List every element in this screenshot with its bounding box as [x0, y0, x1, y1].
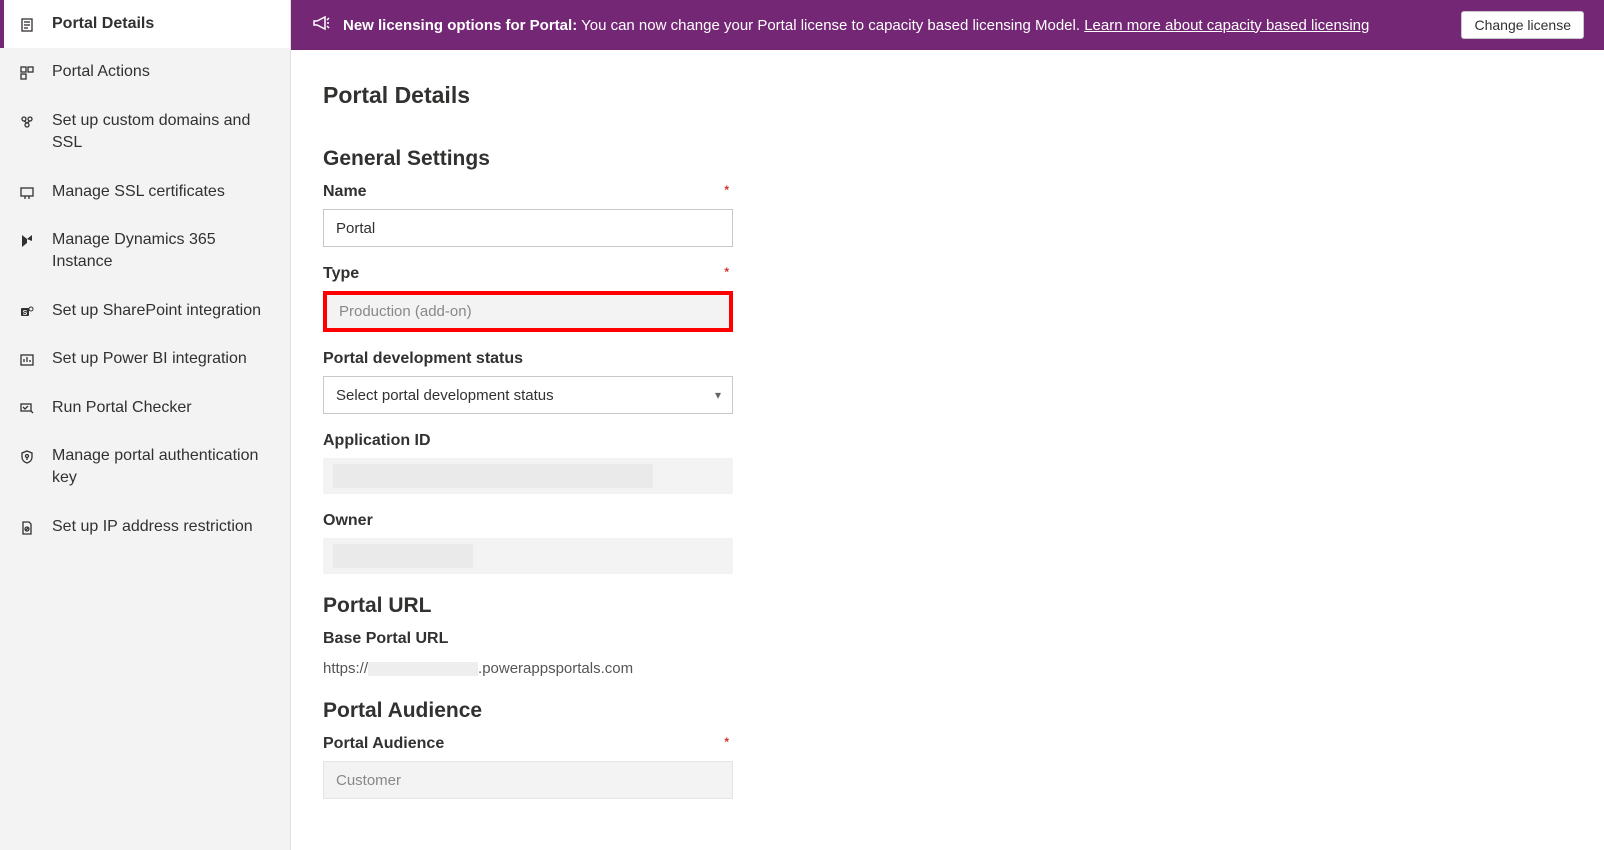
sidebar-item-label: Manage Dynamics 365 Instance: [52, 229, 272, 274]
sidebar-item-label: Portal Details: [52, 13, 154, 35]
type-input: Production (add-on): [323, 291, 733, 332]
banner-text: New licensing options for Portal: You ca…: [343, 17, 1449, 34]
page-title: Portal Details: [323, 82, 1572, 109]
status-label: Portal development status: [323, 350, 733, 368]
sidebar-item-label: Set up Power BI integration: [52, 348, 247, 370]
change-license-button[interactable]: Change license: [1461, 11, 1584, 39]
type-label: Type: [323, 265, 733, 283]
general-settings-title: General Settings: [323, 147, 1572, 171]
base-url-label: Base Portal URL: [323, 630, 733, 648]
sidebar-item-ssl-certificates[interactable]: Manage SSL certificates: [0, 168, 290, 216]
svg-text:S: S: [23, 310, 28, 317]
audience-value: Customer: [323, 761, 733, 799]
powerbi-icon: [18, 351, 36, 369]
sidebar-item-label: Portal Actions: [52, 61, 150, 83]
banner-body: You can now change your Portal license t…: [581, 17, 1080, 34]
dynamics-icon: [18, 232, 36, 250]
name-input[interactable]: [323, 209, 733, 247]
appid-label: Application ID: [323, 432, 733, 450]
audience-label: Portal Audience: [323, 735, 733, 753]
checker-icon: [18, 400, 36, 418]
sidebar-item-portal-details[interactable]: Portal Details: [0, 0, 290, 48]
content-area: Portal Details General Settings Name Typ…: [291, 50, 1604, 850]
sidebar-item-auth-key[interactable]: Manage portal authentication key: [0, 432, 290, 503]
base-url-group: Base Portal URL https://.powerappsportal…: [323, 630, 733, 681]
base-url-value: https://.powerappsportals.com: [323, 656, 733, 681]
appid-value: [323, 458, 733, 494]
owner-value: [323, 538, 733, 574]
sidebar-item-dynamics-instance[interactable]: Manage Dynamics 365 Instance: [0, 216, 290, 287]
audience-field-group: Portal Audience Customer: [323, 735, 733, 799]
banner-title: New licensing options for Portal:: [343, 17, 577, 34]
sidebar-item-label: Run Portal Checker: [52, 397, 192, 419]
document-icon: [18, 16, 36, 34]
sidebar-item-powerbi[interactable]: Set up Power BI integration: [0, 335, 290, 383]
shield-icon: [18, 448, 36, 466]
status-select[interactable]: Select portal development status: [323, 376, 733, 414]
name-field-group: Name: [323, 183, 733, 247]
sidebar-item-sharepoint[interactable]: S Set up SharePoint integration: [0, 287, 290, 335]
owner-label: Owner: [323, 512, 733, 530]
banner-learn-more-link[interactable]: Learn more about capacity based licensin…: [1084, 17, 1369, 34]
sidebar-item-label: Set up SharePoint integration: [52, 300, 261, 322]
megaphone-icon: [311, 13, 331, 38]
sidebar-item-ip-restriction[interactable]: Set up IP address restriction: [0, 503, 290, 551]
portal-url-title: Portal URL: [323, 594, 1572, 618]
sidebar-item-label: Set up IP address restriction: [52, 516, 253, 538]
sidebar-item-portal-actions[interactable]: Portal Actions: [0, 48, 290, 96]
name-label: Name: [323, 183, 733, 201]
licensing-banner: New licensing options for Portal: You ca…: [291, 0, 1604, 50]
type-field-group: Type Production (add-on): [323, 265, 733, 332]
domains-icon: [18, 113, 36, 131]
owner-field-group: Owner: [323, 512, 733, 574]
portal-audience-title: Portal Audience: [323, 699, 1572, 723]
restriction-icon: [18, 519, 36, 537]
actions-icon: [18, 64, 36, 82]
sidebar-item-custom-domains[interactable]: Set up custom domains and SSL: [0, 97, 290, 168]
sidebar-item-label: Manage portal authentication key: [52, 445, 272, 490]
certificate-icon: [18, 184, 36, 202]
sidebar-item-portal-checker[interactable]: Run Portal Checker: [0, 384, 290, 432]
sidebar: Portal Details Portal Actions Set up cus…: [0, 0, 291, 850]
sidebar-item-label: Manage SSL certificates: [52, 181, 225, 203]
appid-field-group: Application ID: [323, 432, 733, 494]
sharepoint-icon: S: [18, 303, 36, 321]
status-field-group: Portal development status Select portal …: [323, 350, 733, 414]
sidebar-item-label: Set up custom domains and SSL: [52, 110, 272, 155]
main-content: New licensing options for Portal: You ca…: [291, 0, 1604, 850]
